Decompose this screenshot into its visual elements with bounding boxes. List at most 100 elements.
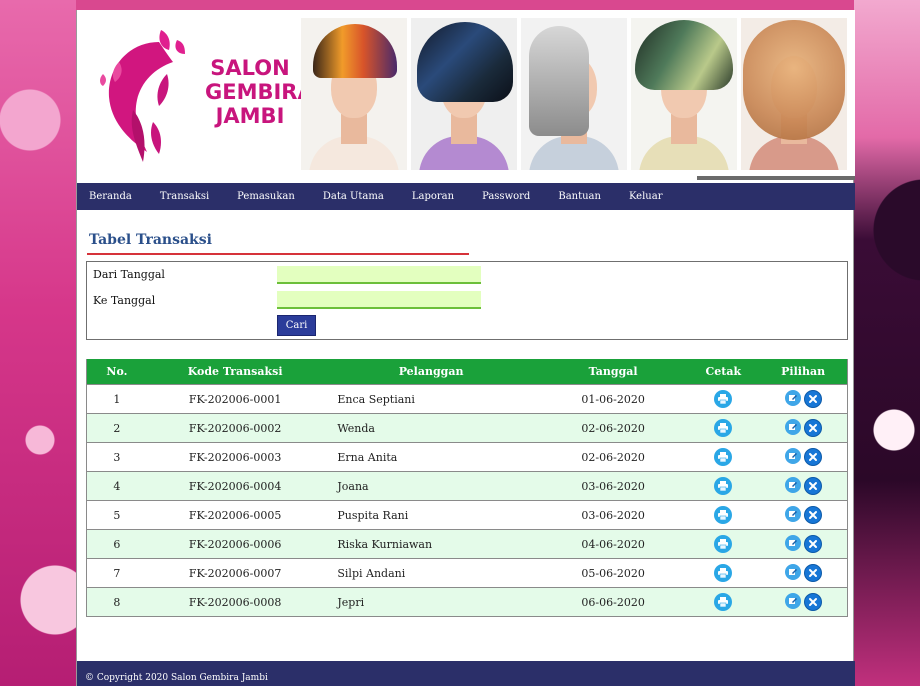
cell-cetak — [687, 506, 759, 524]
print-icon[interactable] — [714, 593, 733, 611]
delete-icon[interactable] — [803, 535, 822, 553]
edit-icon[interactable] — [784, 419, 801, 435]
from-date-input[interactable] — [277, 266, 481, 284]
cell-cetak — [687, 593, 759, 611]
cell-tanggal: 03-06-2020 — [581, 508, 645, 522]
cell-no: 2 — [113, 421, 121, 435]
nav-bantuan[interactable]: Bantuan — [558, 191, 601, 202]
site-footer: © Copyright 2020 Salon Gembira Jambi — [77, 661, 855, 686]
delete-icon[interactable] — [803, 390, 822, 408]
table-row: 4 FK-202006-0004 Joana 03-06-2020 — [87, 471, 847, 500]
transaction-table: No. Kode Transaksi Pelanggan Tanggal Cet… — [86, 359, 848, 617]
date-filter-form: Dari Tanggal Ke Tanggal Cari — [86, 261, 848, 340]
cell-pilihan — [759, 564, 847, 582]
delete-icon[interactable] — [803, 506, 822, 524]
cell-pilihan — [759, 477, 847, 495]
table-row: 6 FK-202006-0006 Riska Kurniawan 04-06-2020 — [87, 529, 847, 558]
cell-pelanggan: Enca Septiani — [337, 392, 415, 406]
print-icon[interactable] — [714, 419, 733, 437]
cell-kode-transaksi: FK-202006-0001 — [188, 392, 282, 406]
background-right-decoration — [854, 0, 920, 686]
cell-kode-transaksi: FK-202006-0003 — [188, 450, 282, 464]
nav-keluar[interactable]: Keluar — [629, 191, 663, 202]
cell-kode-transaksi: FK-202006-0004 — [188, 479, 282, 493]
cell-no: 3 — [113, 450, 121, 464]
to-date-input[interactable] — [277, 291, 481, 309]
table-row: 5 FK-202006-0005 Puspita Rani 03-06-2020 — [87, 500, 847, 529]
cell-cetak — [687, 477, 759, 495]
nav-transaksi[interactable]: Transaksi — [160, 191, 209, 202]
page-title: Tabel Transaksi — [89, 232, 212, 248]
cell-pelanggan: Wenda — [337, 421, 375, 435]
edit-icon[interactable] — [784, 506, 801, 522]
print-icon[interactable] — [714, 506, 733, 524]
cell-cetak — [687, 390, 759, 408]
cell-tanggal: 02-06-2020 — [581, 421, 645, 435]
print-icon[interactable] — [714, 390, 733, 408]
title-underline — [87, 253, 469, 255]
cell-pelanggan: Erna Anita — [337, 450, 398, 464]
cell-no: 6 — [113, 537, 121, 551]
cell-cetak — [687, 564, 759, 582]
cell-pilihan — [759, 448, 847, 466]
edit-icon[interactable] — [784, 593, 801, 609]
cell-kode-transaksi: FK-202006-0007 — [188, 566, 282, 580]
header-tanggal: Tanggal — [588, 365, 638, 378]
cell-no: 8 — [113, 595, 121, 609]
print-icon[interactable] — [714, 535, 733, 553]
brand-line-3: JAMBI — [215, 104, 285, 128]
nav-pemasukan[interactable]: Pemasukan — [237, 191, 295, 202]
to-date-label: Ke Tanggal — [93, 294, 156, 307]
delete-icon[interactable] — [803, 448, 822, 466]
table-row: 3 FK-202006-0003 Erna Anita 02-06-2020 — [87, 442, 847, 471]
table-row: 7 FK-202006-0007 Silpi Andani 05-06-2020 — [87, 558, 847, 587]
edit-icon[interactable] — [784, 477, 801, 493]
background-left-decoration — [0, 0, 76, 686]
nav-beranda[interactable]: Beranda — [89, 191, 132, 202]
table-row: 2 FK-202006-0002 Wenda 02-06-2020 — [87, 413, 847, 442]
print-icon[interactable] — [714, 477, 733, 495]
search-button[interactable]: Cari — [277, 315, 316, 336]
delete-icon[interactable] — [803, 419, 822, 437]
print-icon[interactable] — [714, 448, 733, 466]
cell-pelanggan: Joana — [337, 479, 369, 493]
cell-kode-transaksi: FK-202006-0002 — [188, 421, 282, 435]
brand-line-1: SALON — [210, 56, 290, 80]
edit-icon[interactable] — [784, 448, 801, 464]
edit-icon[interactable] — [784, 390, 801, 406]
nav-password[interactable]: Password — [482, 191, 530, 202]
cell-pelanggan: Jepri — [337, 595, 365, 609]
header-kode-transaksi: Kode Transaksi — [187, 365, 283, 378]
cell-pilihan — [759, 390, 847, 408]
header-pilihan: Pilihan — [781, 365, 826, 378]
nav-data-utama[interactable]: Data Utama — [323, 191, 384, 202]
header-photo-2 — [411, 18, 517, 170]
cell-pilihan — [759, 535, 847, 553]
brand-line-2: GEMBIRA — [205, 80, 314, 104]
from-date-label: Dari Tanggal — [93, 268, 165, 281]
cell-kode-transaksi: FK-202006-0008 — [188, 595, 282, 609]
cell-pelanggan: Puspita Rani — [337, 508, 409, 522]
cell-tanggal: 04-06-2020 — [581, 537, 645, 551]
cell-pilihan — [759, 593, 847, 611]
cell-no: 5 — [113, 508, 121, 522]
cell-pelanggan: Riska Kurniawan — [337, 537, 433, 551]
edit-icon[interactable] — [784, 564, 801, 580]
cell-cetak — [687, 448, 759, 466]
nav-laporan[interactable]: Laporan — [412, 191, 454, 202]
header-divider — [697, 176, 855, 180]
table-row: 8 FK-202006-0008 Jepri 06-06-2020 — [87, 587, 847, 616]
delete-icon[interactable] — [803, 593, 822, 611]
delete-icon[interactable] — [803, 564, 822, 582]
cell-cetak — [687, 419, 759, 437]
site-header: SALON GEMBIRA JAMBI — [77, 10, 855, 180]
edit-icon[interactable] — [784, 535, 801, 551]
brand-name: SALON GEMBIRA JAMBI — [205, 56, 314, 128]
header-pelanggan: Pelanggan — [398, 365, 464, 378]
delete-icon[interactable] — [803, 477, 822, 495]
table-header: No. Kode Transaksi Pelanggan Tanggal Cet… — [87, 359, 847, 384]
header-cetak: Cetak — [705, 365, 742, 378]
print-icon[interactable] — [714, 564, 733, 582]
cell-tanggal: 05-06-2020 — [581, 566, 645, 580]
copyright-text: © Copyright 2020 Salon Gembira Jambi — [85, 673, 268, 683]
